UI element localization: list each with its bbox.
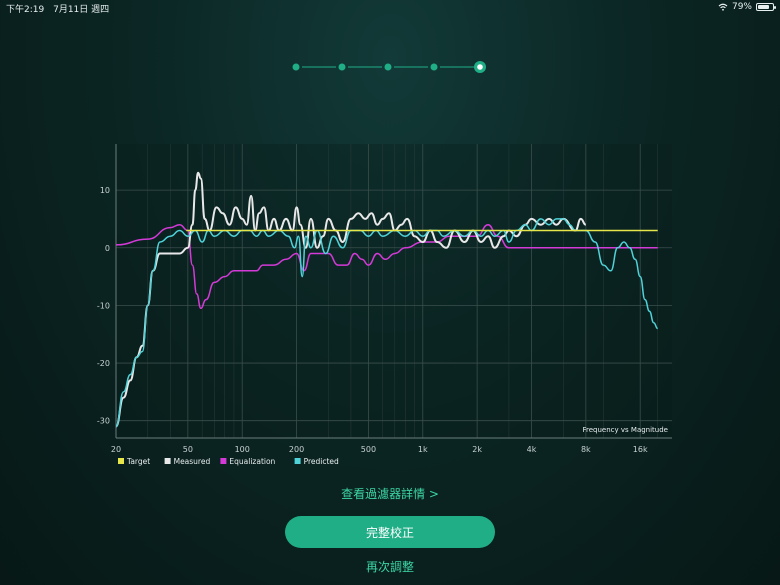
legend-swatch-target [118,458,124,464]
y-tick-label: -30 [97,417,110,426]
x-tick-label: 8k [581,445,591,454]
legend-swatch-predicted [294,458,301,464]
status-left: 下午2:19 7月11日 週四 [6,2,115,15]
status-time: 下午2:19 [6,5,45,15]
x-tick-label: 20 [111,445,121,454]
step-dot [338,63,346,71]
x-tick-label: 500 [361,445,376,454]
adjust-again-link[interactable]: 再次調整 [0,558,780,575]
step-dot-current-center [477,64,483,70]
y-tick-label: -20 [97,359,110,368]
legend-label-equalization: Equalization [229,457,275,466]
status-date: 7月11日 週四 [53,5,110,15]
step-indicator-graphic [292,61,486,73]
full-calibration-button[interactable]: 完整校正 [285,516,495,548]
y-tick-label: 10 [100,186,110,195]
x-tick-label: 2k [472,445,482,454]
legend-swatch-equalization [220,458,227,464]
view-filter-details-link[interactable]: 查看過濾器詳情 > [0,485,780,502]
battery-percent: 79% [731,2,752,12]
step-dot [292,63,300,71]
frequency-chart-svg: 20 50 100 200 500 1k 2k 4k 8k 16k100-10-20-30Freq… [97,144,672,466]
x-tick-label: 4k [527,445,537,454]
frequency-chart: 20 50 100 200 500 1k 2k 4k 8k 16k 10 0 -10 -20 -30 Freq… [70,140,690,470]
chart-annotation: Frequency vs Magnitude [583,426,669,434]
status-right: 79% [718,2,776,12]
battery-level [758,5,770,9]
x-tick-label: 100 [235,445,250,454]
step-dot [384,63,392,71]
x-tick-label: 16k [633,445,648,454]
x-tick-label: 1k [418,445,428,454]
battery-icon [756,3,776,11]
x-tick-label: 200 [289,445,304,454]
y-tick-label: 0 [105,244,110,253]
y-tick-label: -10 [97,301,110,310]
legend-label-measured: Measured [174,457,211,466]
step-dot [430,63,438,71]
legend-label-target: Target [126,457,150,466]
x-tick-label: 50 [183,445,193,454]
plot-area [116,144,672,438]
legend-swatch-measured [164,458,171,464]
status-bar: 下午2:19 7月11日 週四 79% [0,0,780,15]
wifi-icon [718,3,728,11]
legend-label-predicted: Predicted [304,457,339,466]
step-indicator [290,60,490,76]
